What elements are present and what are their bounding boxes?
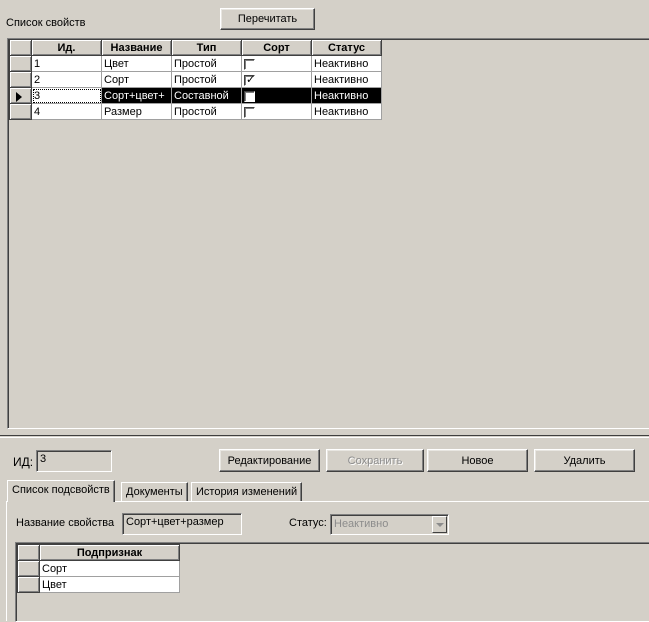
cell-name[interactable]: Сорт+цвет+ bbox=[101, 87, 172, 104]
cell-subproperty[interactable]: Сорт bbox=[39, 560, 180, 577]
status-select: Неактивно bbox=[330, 514, 449, 535]
column-header-status[interactable]: Статус bbox=[311, 39, 382, 56]
sort-checkbox[interactable] bbox=[244, 90, 255, 102]
refresh-button[interactable]: Перечитать bbox=[220, 8, 315, 30]
cell-name[interactable]: Цвет bbox=[101, 55, 172, 72]
checkmark-icon: ✓ bbox=[246, 73, 256, 86]
cell-id[interactable]: 4 bbox=[31, 103, 102, 120]
horizontal-splitter[interactable] bbox=[0, 435, 649, 438]
status-label: Статус: bbox=[289, 517, 327, 529]
column-header-name[interactable]: Название bbox=[101, 39, 172, 56]
sort-checkbox[interactable] bbox=[244, 106, 255, 118]
cell-id[interactable]: 1 bbox=[31, 55, 102, 72]
id-field: 3 bbox=[36, 450, 112, 472]
column-header-sort[interactable]: Сорт bbox=[241, 39, 312, 56]
table-row[interactable]: 3 Сорт+цвет+ Составной Неактивно bbox=[9, 87, 382, 104]
triangle-right-icon bbox=[16, 92, 22, 102]
id-label: ИД: bbox=[13, 455, 34, 469]
row-indicator[interactable] bbox=[9, 55, 32, 72]
row-indicator[interactable] bbox=[17, 560, 40, 577]
row-indicator[interactable] bbox=[17, 576, 40, 593]
table-row[interactable]: 4 Размер Простой Неактивно bbox=[9, 103, 382, 120]
cell-type[interactable]: Простой bbox=[171, 71, 242, 88]
table-row[interactable]: 1 Цвет Простой Неактивно bbox=[9, 55, 382, 72]
cell-sort[interactable] bbox=[241, 103, 312, 120]
sort-checkbox[interactable]: ✓ bbox=[244, 73, 256, 86]
cell-id[interactable]: 3 bbox=[31, 87, 102, 104]
properties-grid-container: Ид. Название Тип Сорт Статус 1 Цвет Просто… bbox=[7, 38, 649, 429]
cell-sort[interactable]: ✓ bbox=[241, 71, 312, 88]
tab-change-history[interactable]: История изменений bbox=[191, 482, 303, 502]
column-header-subproperty[interactable]: Подпризнак bbox=[39, 544, 180, 561]
subproperties-grid[interactable]: Подпризнак Сорт Цвет bbox=[17, 544, 180, 593]
cell-id[interactable]: 2 bbox=[31, 71, 102, 88]
new-button[interactable]: Новое bbox=[427, 449, 528, 472]
sort-checkbox[interactable] bbox=[244, 58, 255, 70]
table-row[interactable]: 2 Сорт Простой ✓ Неактивно bbox=[9, 71, 382, 88]
cell-status[interactable]: Неактивно bbox=[311, 71, 382, 88]
cell-status[interactable]: Неактивно bbox=[311, 55, 382, 72]
cell-type[interactable]: Простой bbox=[171, 55, 242, 72]
properties-grid[interactable]: Ид. Название Тип Сорт Статус 1 Цвет Просто… bbox=[9, 39, 382, 120]
table-row[interactable]: Цвет bbox=[17, 576, 180, 593]
cell-subproperty[interactable]: Цвет bbox=[39, 576, 180, 593]
save-button: Сохранить bbox=[326, 449, 424, 472]
tab-subproperties-list[interactable]: Список подсвойств bbox=[7, 480, 115, 502]
grid-corner-cell bbox=[9, 39, 32, 56]
row-indicator[interactable] bbox=[9, 71, 32, 88]
cell-name[interactable]: Размер bbox=[101, 103, 172, 120]
edit-button[interactable]: Редактирование bbox=[219, 449, 320, 472]
cell-type[interactable]: Простой bbox=[171, 103, 242, 120]
cell-type[interactable]: Составной bbox=[171, 87, 242, 104]
row-indicator[interactable] bbox=[9, 103, 32, 120]
property-name-field: Сорт+цвет+размер bbox=[122, 513, 242, 535]
status-select-value: Неактивно bbox=[334, 518, 389, 530]
column-header-id[interactable]: Ид. bbox=[31, 39, 102, 56]
property-name-label: Название свойства bbox=[16, 517, 115, 529]
row-indicator[interactable] bbox=[9, 87, 32, 104]
cell-name[interactable]: Сорт bbox=[101, 71, 172, 88]
tab-documents[interactable]: Документы bbox=[121, 482, 188, 502]
column-header-type[interactable]: Тип bbox=[171, 39, 242, 56]
cell-status[interactable]: Неактивно bbox=[311, 103, 382, 120]
chevron-down-icon bbox=[432, 516, 447, 533]
cell-sort[interactable] bbox=[241, 55, 312, 72]
subproperties-grid-container: Подпризнак Сорт Цвет bbox=[15, 542, 649, 622]
delete-button[interactable]: Удалить bbox=[534, 449, 635, 472]
table-row[interactable]: Сорт bbox=[17, 560, 180, 577]
properties-list-label: Список свойств bbox=[6, 17, 86, 29]
subgrid-corner-cell bbox=[17, 544, 40, 561]
cell-sort[interactable] bbox=[241, 87, 312, 104]
cell-status[interactable]: Неактивно bbox=[311, 87, 382, 104]
